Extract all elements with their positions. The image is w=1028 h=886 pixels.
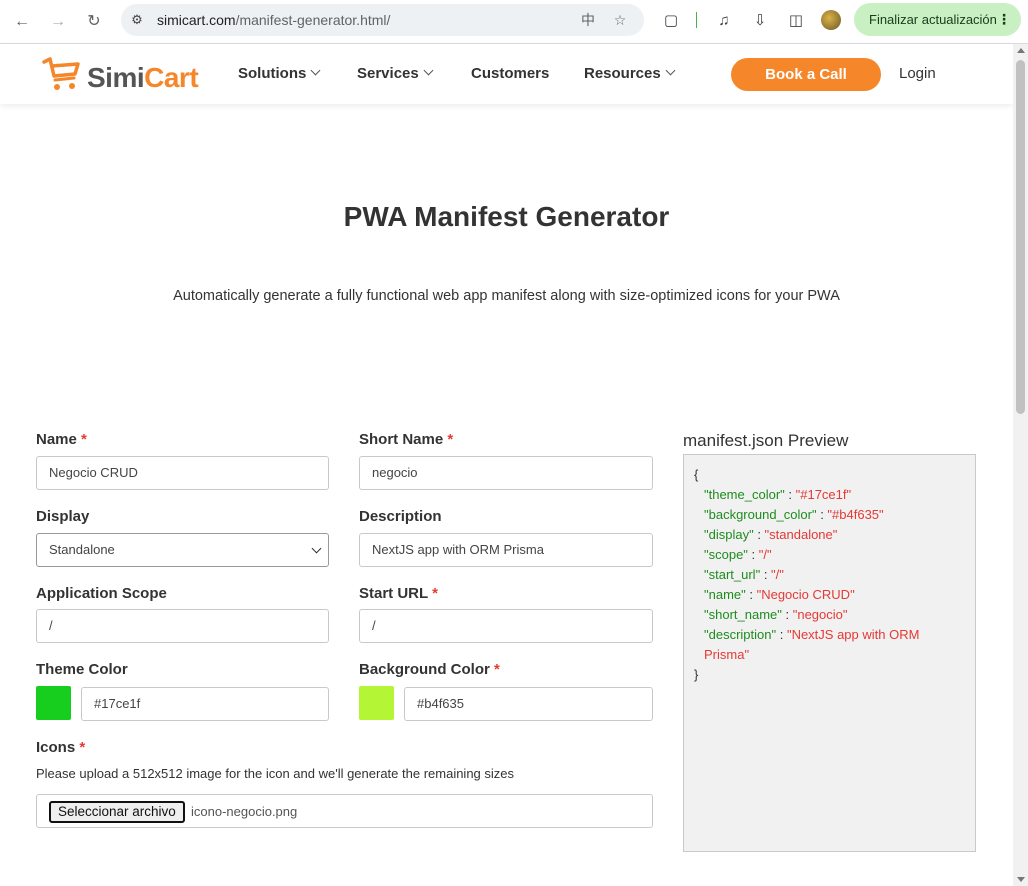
json-value: "Negocio CRUD" [756,587,855,602]
url-text[interactable]: simicart.com/manifest-generator.html/ [157,12,390,28]
nav-solutions[interactable]: Solutions [238,44,321,104]
icons-help-text: Please upload a 512x512 image for the ic… [36,766,515,781]
json-entry: "scope" : "/" [704,547,772,562]
json-key: "scope" [704,547,748,562]
json-value: "negocio" [792,607,848,622]
manifest-preview: { "theme_color" : "#17ce1f" "background_c… [683,454,976,852]
update-button[interactable]: Finalizar actualización ⋮ [854,3,1021,36]
browser-toolbar: ← → ↻ ⚙ simicart.com/manifest-generator.… [0,0,1028,44]
short-name-input[interactable]: negocio [359,456,653,490]
icons-label: Icons * [36,739,86,756]
json-key: "start_url" [704,567,761,582]
toolbar-divider [696,12,697,28]
start-url-input[interactable]: / [359,609,653,643]
display-label: Display [36,508,90,525]
short-name-label: Short Name * [359,431,454,448]
chevron-down-icon [310,65,321,76]
icon-file-input[interactable]: Seleccionar archivo icono-negocio.png [36,794,653,828]
nav-resources[interactable]: Resources [584,44,676,104]
json-entries: "theme_color" : "#17ce1f" "background_col… [694,485,965,665]
cart-logo-icon [42,57,80,90]
json-key: "theme_color" [704,487,785,502]
json-entry: "start_url" : "/" [704,567,784,582]
translate-icon[interactable]: 中 [579,11,597,29]
reload-icon[interactable]: ↻ [81,9,107,35]
chevron-down-icon [311,543,322,554]
back-arrow-icon[interactable]: ← [9,9,35,35]
json-value: "/" [758,547,772,562]
background-color-input[interactable]: #b4f635 [404,687,653,721]
profile-avatar[interactable] [821,10,841,30]
scope-label: Application Scope [36,585,167,602]
json-entry: "background_color" : "#b4f635" [704,507,884,522]
json-value: "#b4f635" [827,507,884,522]
json-entry: "short_name" : "negocio" [704,607,848,622]
book-a-call-button[interactable]: Book a Call [731,58,881,91]
start-url-label: Start URL * [359,585,438,602]
background-color-swatch[interactable] [359,686,394,720]
json-close-brace: } [694,667,699,682]
scroll-up-arrow-icon[interactable] [1017,48,1025,53]
site-header: SimiCart Solutions Services Customers Re… [0,44,1013,104]
json-key: "name" [704,587,746,602]
site-settings-icon[interactable]: ⚙ [129,12,145,28]
media-control-icon[interactable]: ♫ [713,10,735,32]
selected-file-name: icono-negocio.png [191,804,298,819]
nav-customers[interactable]: Customers [471,44,549,104]
login-link[interactable]: Login [899,44,936,104]
simicart-logo[interactable]: SimiCart [42,56,202,96]
chevron-down-icon [423,65,434,76]
page-subtitle: Automatically generate a fully functiona… [173,288,840,304]
background-color-label: Background Color * [359,661,500,678]
json-value: "#17ce1f" [795,487,852,502]
display-select[interactable]: Standalone [36,533,329,567]
downloads-icon[interactable]: ⇩ [749,10,771,32]
json-entry: "display" : "standalone" [704,527,838,542]
json-value: "/" [771,567,784,582]
more-menu-icon[interactable]: ⋮ [997,3,1011,36]
scroll-down-arrow-icon[interactable] [1017,877,1025,882]
json-key: "background_color" [704,507,817,522]
json-key: "display" [704,527,754,542]
bookmark-star-icon[interactable]: ☆ [611,11,629,29]
choose-file-button[interactable]: Seleccionar archivo [49,801,185,823]
chevron-down-icon [665,65,676,76]
description-input[interactable]: NextJS app with ORM Prisma [359,533,653,567]
name-label: Name * [36,431,87,448]
scrollbar-thumb[interactable] [1016,60,1025,414]
json-value: "standalone" [764,527,838,542]
page-scrollbar[interactable] [1013,44,1028,886]
extensions-icon[interactable]: ▢ [660,10,682,32]
address-bar[interactable]: ⚙ simicart.com/manifest-generator.html/ … [121,4,644,36]
page-title: PWA Manifest Generator [343,201,670,232]
theme-color-input[interactable]: #17ce1f [81,687,329,721]
json-entry: "description" : "NextJS app with ORM Pri… [704,627,920,662]
forward-arrow-icon[interactable]: → [45,9,71,35]
name-input[interactable]: Negocio CRUD [36,456,329,490]
scope-input[interactable]: / [36,609,329,643]
json-entry: "theme_color" : "#17ce1f" [704,487,852,502]
theme-color-swatch[interactable] [36,686,71,720]
json-key: "short_name" [704,607,782,622]
json-open-brace: { [694,467,699,482]
nav-services[interactable]: Services [357,44,434,104]
description-label: Description [359,508,442,525]
json-key: "description" [704,627,777,642]
theme-color-label: Theme Color [36,661,128,678]
side-panel-icon[interactable]: ◫ [785,10,807,32]
preview-title: manifest.json Preview [683,431,849,450]
json-entry: "name" : "Negocio CRUD" [704,587,855,602]
